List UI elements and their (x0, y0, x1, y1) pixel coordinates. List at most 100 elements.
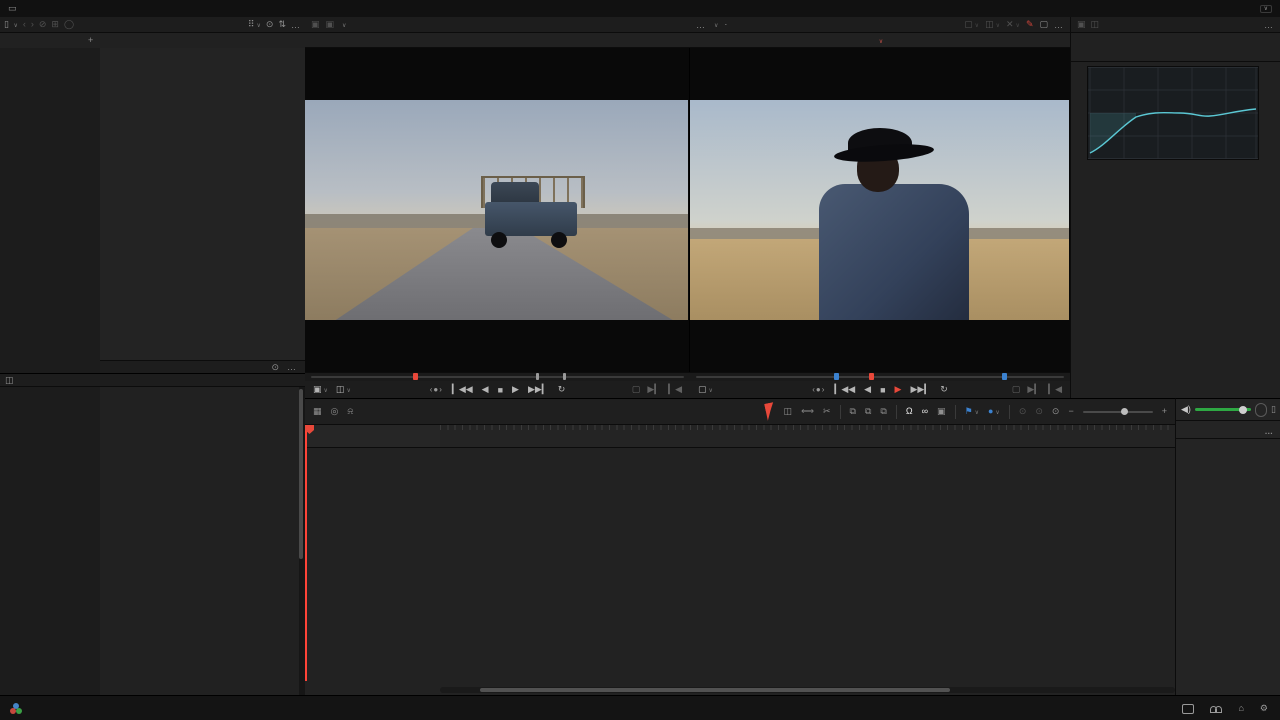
marker-icon[interactable]: ●∨ (988, 407, 1000, 416)
viewer-more-icon[interactable]: … (1054, 20, 1064, 30)
timeline-video-frame (690, 100, 1069, 320)
selection-tool-icon[interactable] (764, 402, 776, 420)
play-button[interactable]: ▶ (512, 384, 519, 395)
overwrite-clip-icon[interactable]: ⧉ (865, 407, 871, 416)
timeline-scrollbar[interactable] (440, 687, 1175, 693)
dim-button[interactable] (1255, 403, 1267, 417)
media-pool-options-icon[interactable]: … (291, 20, 301, 30)
tl-go-to-end-button[interactable]: ▶▶▎ (910, 384, 931, 395)
layout-chevron-icon[interactable]: ∨ (1260, 5, 1272, 13)
insert-clip-icon[interactable]: ⧉ (850, 407, 856, 416)
viewer-options-icon[interactable]: … (696, 20, 706, 30)
timeline-marker-dot2[interactable] (1002, 373, 1007, 380)
bottom-right-icons: ⌂ ⚙ (1182, 703, 1268, 714)
zoom-out-icon[interactable]: − (1068, 407, 1073, 416)
monitor-volume-slider[interactable] (1195, 408, 1251, 411)
go-to-end-button[interactable]: ▶▶▎ (528, 384, 549, 395)
collaboration-icon[interactable] (1210, 703, 1222, 712)
timeline-marker-dot[interactable] (834, 373, 839, 380)
bin-view-icon[interactable]: ▯ ∨ (4, 20, 18, 29)
annotation-pen-icon[interactable]: ✎ (1026, 20, 1034, 29)
proxy-icon: ⊞ (51, 20, 59, 29)
multicam-icon[interactable]: ▢∨ (964, 20, 979, 29)
trim-edit-icon[interactable]: ◫ (784, 407, 793, 416)
inspector-options-icon[interactable]: … (1264, 20, 1274, 30)
playhead[interactable] (305, 425, 307, 681)
timeline-ruler[interactable] (440, 425, 1175, 448)
back-icon[interactable]: ‹ (23, 20, 26, 29)
sort-icon[interactable]: ⇅ (278, 20, 286, 29)
dynamic-trim-icon[interactable]: ⟺ (801, 407, 814, 416)
tl-step-back-button[interactable]: ◀ (864, 384, 871, 395)
compare-icon[interactable]: ▣ (326, 20, 335, 29)
tl-view-mode-icon[interactable]: ▢∨ (698, 384, 713, 395)
camera-icon[interactable]: ◫∨ (985, 20, 1000, 29)
flag-icon[interactable]: ⚑∨ (965, 407, 979, 416)
tl-prev-edit-icon[interactable]: ▶▎ (1027, 384, 1041, 395)
zoom-fit-select[interactable]: ∨ (340, 20, 346, 29)
equalizer-graph[interactable] (1075, 64, 1276, 176)
panel-toggle-icon[interactable]: ◫ (5, 376, 14, 385)
tl-go-to-start-button[interactable]: ▎◀◀ (834, 384, 855, 395)
tl-stop-button[interactable]: ■ (880, 385, 885, 395)
tl-play-button[interactable]: ▶ (895, 384, 902, 395)
replace-clip-icon[interactable]: ⧉ (880, 407, 886, 416)
source-in-point[interactable] (536, 373, 539, 380)
prev-edit-icon[interactable]: ▶▎ (647, 384, 661, 395)
timeline-name[interactable]: ∨ (696, 36, 1064, 45)
timeline-playhead-marker[interactable] (869, 373, 874, 380)
zoom-custom-icon[interactable]: ⊙ (1052, 407, 1060, 416)
go-to-start-button[interactable]: ▎◀◀ (452, 384, 473, 395)
zoom-in-icon[interactable]: + (1162, 407, 1167, 416)
grid-options-icon[interactable]: … (287, 362, 297, 372)
settings-gear-icon[interactable]: ⚙ (1260, 703, 1268, 714)
insp-next-clip-icon[interactable]: ◫ (1091, 20, 1100, 29)
zoom-detail-icon[interactable]: ⊙ (1035, 407, 1043, 416)
screen-grab-icon[interactable]: ▭ (8, 4, 17, 13)
tl-match-frame-icon[interactable]: ▢ (1012, 384, 1021, 395)
add-bin-icon[interactable]: + (88, 35, 93, 45)
live-preview-icon[interactable]: ◎ (331, 407, 339, 416)
timeline-options-icon[interactable]: ▦ (313, 407, 322, 416)
source-out-point[interactable] (563, 373, 566, 380)
tl-jog-control[interactable]: ‹●› (812, 385, 825, 394)
next-edit-icon[interactable]: ▎◀ (668, 384, 682, 395)
source-playhead-marker[interactable] (413, 373, 418, 380)
tl-loop-button[interactable]: ↻ (940, 384, 948, 395)
timeline-zoom-slider[interactable] (1083, 411, 1153, 413)
source-view-mode-icon[interactable]: ▣∨ (313, 384, 328, 395)
match-frame-icon[interactable]: ▢ (632, 384, 641, 395)
home-icon[interactable]: ⌂ (1238, 703, 1243, 714)
insp-prev-clip-icon[interactable]: ▣ (1077, 20, 1086, 29)
safe-area-icon[interactable]: ▢ (1039, 20, 1048, 29)
timeline-viewer-screen[interactable] (690, 48, 1070, 372)
snapping-icon[interactable]: Ω (906, 407, 913, 416)
jog-control[interactable]: ‹●› (430, 385, 443, 394)
voiceover-mic-icon[interactable]: ⍾ (347, 407, 353, 416)
search-icon[interactable]: ⊙ (266, 20, 274, 29)
mixer-options-icon[interactable]: … (1265, 426, 1275, 436)
mixer-panel: ◀) ▯ … (1175, 398, 1280, 695)
loop-button[interactable]: ↻ (558, 384, 566, 395)
source-scrubber[interactable] (305, 372, 690, 381)
tl-next-edit-icon[interactable]: ▎◀ (1048, 384, 1062, 395)
grid-search-icon[interactable]: ⊙ (271, 363, 279, 372)
timeline-scrubber[interactable] (690, 372, 1070, 381)
step-back-button[interactable]: ◀ (482, 384, 489, 395)
forward-icon[interactable]: › (31, 20, 34, 29)
blade-edit-icon[interactable]: ✂ (823, 407, 831, 416)
mute-box-icon[interactable]: ▯ (1271, 405, 1276, 414)
position-lock-icon[interactable]: ▣ (937, 407, 946, 416)
zoom-full-extent-icon[interactable]: ⊙ (1019, 407, 1027, 416)
effects-scrollbar[interactable] (299, 389, 303, 559)
gang-icon[interactable]: ▣ (311, 20, 320, 29)
viewer-zoom-select[interactable]: ∨ (712, 20, 718, 29)
speaker-icon[interactable]: ◀) (1181, 404, 1191, 415)
source-viewer-screen[interactable] (305, 48, 690, 372)
linked-selection-icon[interactable]: ∞ (922, 407, 928, 416)
stop-button[interactable]: ■ (498, 385, 503, 395)
thumbnail-view-icon[interactable]: ⠿∨ (248, 20, 261, 29)
source-resolution-icon[interactable]: ◫∨ (336, 384, 351, 395)
chat-icon[interactable] (1182, 704, 1194, 714)
transform-icon[interactable]: ✕∨ (1006, 20, 1020, 29)
